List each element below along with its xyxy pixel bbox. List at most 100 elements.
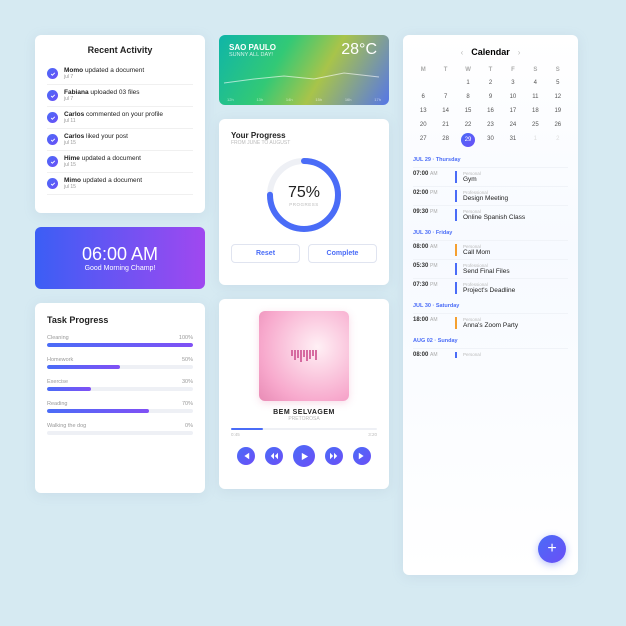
task-pct: 30% bbox=[182, 379, 193, 385]
calendar-day[interactable]: 14 bbox=[435, 105, 455, 117]
activity-item[interactable]: Mimo updated a documentjul 15 bbox=[47, 173, 193, 195]
activity-item[interactable]: Carlos commented on your profilejul 11 bbox=[47, 107, 193, 129]
calendar-card: ‹ Calendar › MTWTFSS12345678910111213141… bbox=[403, 35, 578, 575]
greeting-time: 06:00 AM bbox=[82, 244, 158, 265]
progress-range: FROM JUNE TO AUGUST bbox=[231, 140, 377, 146]
greeting-message: Good Morning Champ! bbox=[85, 265, 156, 272]
calendar-day[interactable]: 2 bbox=[548, 133, 568, 147]
progress-card: Your Progress FROM JUNE TO AUGUST 75% PR… bbox=[219, 119, 389, 285]
task-pct: 70% bbox=[182, 401, 193, 407]
dow-header: M bbox=[413, 65, 433, 75]
calendar-day[interactable] bbox=[435, 77, 455, 89]
calendar-day[interactable]: 1 bbox=[525, 133, 545, 147]
hour-tick: 14h bbox=[286, 97, 293, 102]
check-icon bbox=[47, 68, 58, 79]
calendar-day[interactable]: 6 bbox=[413, 91, 433, 103]
progress-label: PROGRESS bbox=[289, 202, 319, 207]
next-button[interactable] bbox=[353, 447, 371, 465]
calendar-day[interactable]: 25 bbox=[525, 119, 545, 131]
calendar-day[interactable]: 10 bbox=[503, 91, 523, 103]
calendar-event[interactable]: 08:00 AM Personal bbox=[413, 348, 568, 361]
calendar-day[interactable]: 16 bbox=[480, 105, 500, 117]
calendar-day[interactable]: 15 bbox=[458, 105, 478, 117]
calendar-day[interactable]: 2 bbox=[480, 77, 500, 89]
hour-tick: 15h bbox=[315, 97, 322, 102]
calendar-event[interactable]: 08:00 AM PersonalCall Mom bbox=[413, 240, 568, 259]
calendar-day[interactable]: 3 bbox=[503, 77, 523, 89]
forward-button[interactable] bbox=[325, 447, 343, 465]
calendar-day[interactable]: 24 bbox=[503, 119, 523, 131]
calendar-day[interactable]: 18 bbox=[525, 105, 545, 117]
activity-item[interactable]: Hime updated a documentjul 15 bbox=[47, 151, 193, 173]
complete-button[interactable]: Complete bbox=[308, 244, 377, 263]
calendar-day[interactable] bbox=[413, 77, 433, 89]
dow-header: T bbox=[435, 65, 455, 75]
calendar-day[interactable]: 29 bbox=[461, 133, 475, 147]
calendar-event[interactable]: 02:00 PM ProfessionalDesign Meeting bbox=[413, 186, 568, 205]
weather-card: SAO PAULO SUNNY ALL DAY! 28°C 12h13h14h1… bbox=[219, 35, 389, 105]
dow-header: S bbox=[548, 65, 568, 75]
seek-bar[interactable]: 0:453:20 bbox=[231, 428, 377, 437]
add-event-button[interactable]: + bbox=[538, 535, 566, 563]
calendar-day[interactable]: 12 bbox=[548, 91, 568, 103]
calendar-day[interactable]: 13 bbox=[413, 105, 433, 117]
calendar-day[interactable]: 1 bbox=[458, 77, 478, 89]
task-name: Exercise bbox=[47, 379, 68, 385]
day-label: JUL 29 · Thursday bbox=[413, 157, 568, 163]
reset-button[interactable]: Reset bbox=[231, 244, 300, 263]
next-month-button[interactable]: › bbox=[518, 48, 521, 57]
activity-item[interactable]: Momo updated a documentjul 7 bbox=[47, 63, 193, 85]
task-item: Exercise 30% bbox=[47, 379, 193, 391]
calendar-day[interactable]: 23 bbox=[480, 119, 500, 131]
weather-sparkline bbox=[219, 69, 389, 93]
play-button[interactable] bbox=[293, 445, 315, 467]
hour-tick: 13h bbox=[256, 97, 263, 102]
activity-item[interactable]: Fabiana uploaded 03 filesjul 7 bbox=[47, 85, 193, 107]
progress-donut: 75% PROGRESS bbox=[263, 154, 345, 236]
progress-title: Your Progress bbox=[231, 131, 377, 140]
music-player-card: BEM SELVAGEM PRETOROSA 0:453:20 bbox=[219, 299, 389, 489]
calendar-title: Calendar bbox=[471, 47, 510, 57]
check-icon bbox=[47, 134, 58, 145]
check-icon bbox=[47, 178, 58, 189]
dow-header: S bbox=[525, 65, 545, 75]
calendar-day[interactable]: 28 bbox=[435, 133, 455, 147]
calendar-day[interactable]: 22 bbox=[458, 119, 478, 131]
prev-month-button[interactable]: ‹ bbox=[461, 48, 464, 57]
calendar-day[interactable]: 21 bbox=[435, 119, 455, 131]
calendar-day[interactable]: 9 bbox=[480, 91, 500, 103]
calendar-event[interactable]: 09:30 PM PersonalOnline Spanish Class bbox=[413, 205, 568, 224]
task-name: Reading bbox=[47, 401, 68, 407]
calendar-day[interactable]: 17 bbox=[503, 105, 523, 117]
calendar-day[interactable]: 5 bbox=[548, 77, 568, 89]
calendar-event[interactable]: 07:30 PM ProfessionalProject's Deadline bbox=[413, 278, 568, 297]
task-item: Walking the dog0% bbox=[47, 423, 193, 435]
activity-title: Recent Activity bbox=[47, 45, 193, 55]
task-pct: 0% bbox=[185, 423, 193, 429]
prev-button[interactable] bbox=[237, 447, 255, 465]
weather-temp: 28°C bbox=[341, 41, 377, 59]
calendar-day[interactable]: 31 bbox=[503, 133, 523, 147]
task-item: Reading 70% bbox=[47, 401, 193, 413]
calendar-day[interactable]: 19 bbox=[548, 105, 568, 117]
dow-header: F bbox=[503, 65, 523, 75]
calendar-day[interactable]: 30 bbox=[480, 133, 500, 147]
day-label: JUL 30 · Friday bbox=[413, 230, 568, 236]
calendar-day[interactable]: 26 bbox=[548, 119, 568, 131]
task-name: Homework bbox=[47, 357, 73, 363]
calendar-day[interactable]: 11 bbox=[525, 91, 545, 103]
calendar-day[interactable]: 8 bbox=[458, 91, 478, 103]
rewind-button[interactable] bbox=[265, 447, 283, 465]
tasks-title: Task Progress bbox=[47, 315, 193, 325]
calendar-day[interactable]: 27 bbox=[413, 133, 433, 147]
calendar-event[interactable]: 07:00 AM PersonalGym bbox=[413, 167, 568, 186]
calendar-event[interactable]: 05:30 PM ProfessionalSend Final Files bbox=[413, 259, 568, 278]
calendar-day[interactable]: 20 bbox=[413, 119, 433, 131]
dow-header: W bbox=[458, 65, 478, 75]
recent-activity-card: Recent Activity Momo updated a documentj… bbox=[35, 35, 205, 213]
calendar-day[interactable]: 7 bbox=[435, 91, 455, 103]
calendar-day[interactable]: 4 bbox=[525, 77, 545, 89]
activity-item[interactable]: Carlos liked your postjul 15 bbox=[47, 129, 193, 151]
hour-tick: 16h bbox=[345, 97, 352, 102]
calendar-event[interactable]: 18:00 AM PersonalAnna's Zoom Party bbox=[413, 313, 568, 332]
